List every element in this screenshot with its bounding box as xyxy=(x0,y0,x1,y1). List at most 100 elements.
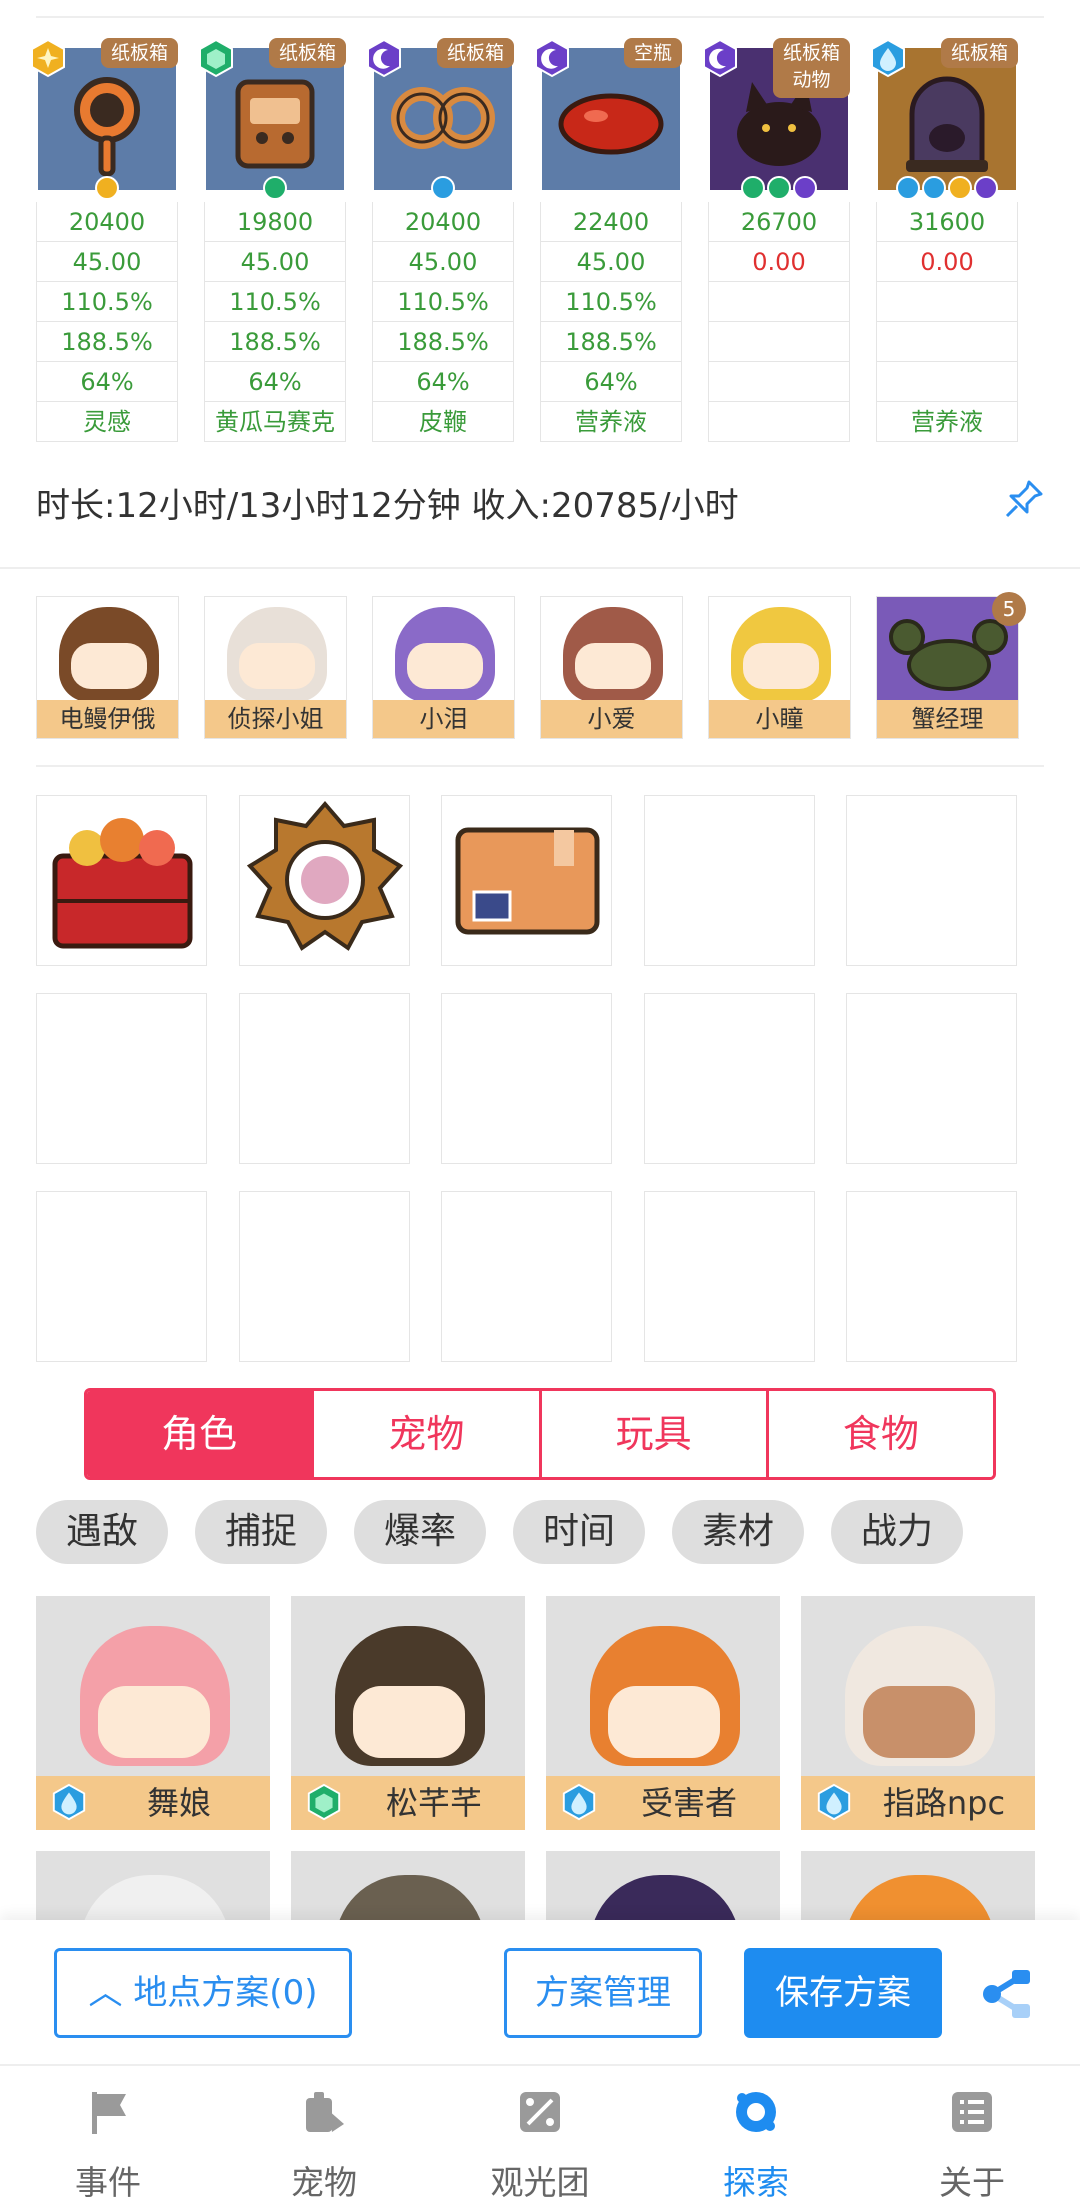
food-box-icon xyxy=(52,818,193,949)
location-column[interactable]: 纸板箱 20400 45.00 110.5% 188.5% 64% 皮鞭 xyxy=(367,38,514,448)
tab-food[interactable]: 食物 xyxy=(765,1391,993,1477)
gold-gem-icon xyxy=(31,38,65,78)
list-icon xyxy=(952,2092,992,2132)
location-plan-button[interactable]: ︿ 地点方案(0) xyxy=(54,1948,352,2038)
tab-pets[interactable]: 宠物 xyxy=(311,1391,539,1477)
nav-label: 探索 xyxy=(723,2163,789,2202)
share-icon[interactable] xyxy=(978,1966,1034,2022)
nav-tour-group[interactable]: 观光团 xyxy=(432,2066,648,2209)
character-card[interactable] xyxy=(546,1851,780,1920)
character-face xyxy=(98,1686,210,1758)
tab-characters[interactable]: 角色 xyxy=(87,1391,312,1477)
value-cell: 45.00 xyxy=(372,242,514,282)
item-slot[interactable] xyxy=(36,1191,207,1362)
filter-chip[interactable]: 时间 xyxy=(513,1500,645,1564)
purple-gem-icon xyxy=(974,176,998,200)
value-cell: 45.00 xyxy=(36,242,178,282)
save-plan-button[interactable]: 保存方案 xyxy=(744,1948,942,2038)
location-column[interactable]: 空瓶 22400 45.00 110.5% 188.5% 64% 营养液 xyxy=(535,38,682,448)
badge-icon xyxy=(246,800,404,951)
team-member[interactable]: 小泪 xyxy=(372,596,515,739)
value-cell: 64% xyxy=(36,362,178,402)
item-slot[interactable] xyxy=(846,795,1017,966)
value-cell: 188.5% xyxy=(36,322,178,362)
character-face xyxy=(71,643,147,689)
whip-icon xyxy=(391,87,495,149)
item-slot[interactable] xyxy=(441,1191,612,1362)
item-slot[interactable] xyxy=(36,795,207,966)
character-card[interactable] xyxy=(801,1851,1035,1920)
location-plan-label: 地点方案(0) xyxy=(133,1973,318,2013)
value-cell: 188.5% xyxy=(540,322,682,362)
team-member-name: 小爱 xyxy=(541,700,682,738)
value-cell xyxy=(876,362,1018,402)
value-cell: 188.5% xyxy=(372,322,514,362)
blue-gem-icon xyxy=(431,176,455,200)
value-cell: 110.5% xyxy=(540,282,682,322)
value-cell xyxy=(708,362,850,402)
item-slot[interactable] xyxy=(441,993,612,1164)
filter-chip[interactable]: 战力 xyxy=(831,1500,963,1564)
income-cell: 20400 xyxy=(372,202,514,242)
explore-icon xyxy=(736,2092,776,2132)
blue-gem-icon xyxy=(871,38,905,78)
nav-explore[interactable]: 探索 xyxy=(648,2066,864,2209)
character-card[interactable] xyxy=(36,1851,270,1920)
item-slot[interactable] xyxy=(441,795,612,966)
nav-about[interactable]: 关于 xyxy=(864,2066,1080,2209)
item-slot[interactable] xyxy=(239,795,410,966)
character-card[interactable]: 受害者 xyxy=(546,1596,780,1830)
item-slot[interactable] xyxy=(846,993,1017,1164)
location-tag: 纸板箱 xyxy=(436,38,514,68)
location-tag: 空瓶 xyxy=(623,38,682,68)
location-badges xyxy=(204,176,346,202)
character-card[interactable]: 舞娘 xyxy=(36,1596,270,1830)
blue-gem-icon xyxy=(562,1783,596,1821)
nav-label: 观光团 xyxy=(490,2163,590,2202)
item-slot[interactable] xyxy=(846,1191,1017,1362)
team-member[interactable]: 小瞳 xyxy=(708,596,851,739)
item-slot[interactable] xyxy=(644,1191,815,1362)
location-column[interactable]: 纸板箱 动物 26700 0.00 xyxy=(703,38,850,448)
filter-chip[interactable]: 遇敌 xyxy=(36,1500,168,1564)
team-member[interactable]: 电鳗伊俄 xyxy=(36,596,179,739)
team-member-name: 蟹经理 xyxy=(877,700,1018,738)
tab-toys[interactable]: 玩具 xyxy=(538,1391,766,1477)
location-badges xyxy=(876,176,1018,202)
bonus-cell: 营养液 xyxy=(876,402,1018,442)
blue-gem-icon xyxy=(52,1783,86,1821)
jar-icon xyxy=(906,76,988,172)
team-member[interactable]: 小爱 xyxy=(540,596,683,739)
item-slot[interactable] xyxy=(239,993,410,1164)
nav-events[interactable]: 事件 xyxy=(0,2066,216,2209)
character-card[interactable]: 指路npc xyxy=(801,1596,1035,1830)
location-column[interactable]: 纸板箱 19800 45.00 110.5% 188.5% 64% 黄瓜马赛克 xyxy=(199,38,346,448)
item-slot[interactable] xyxy=(644,993,815,1164)
character-card[interactable]: 松芊芊 xyxy=(291,1596,525,1830)
blue-gem-icon xyxy=(817,1783,851,1821)
item-slot[interactable] xyxy=(644,795,815,966)
nav-pets[interactable]: 宠物 xyxy=(216,2066,432,2209)
income-cell: 19800 xyxy=(204,202,346,242)
purple-gem-icon xyxy=(367,38,401,78)
character-portrait xyxy=(335,1875,485,1920)
location-column[interactable]: 纸板箱 31600 0.00 营养液 xyxy=(871,38,1018,448)
item-slot[interactable] xyxy=(239,1191,410,1362)
location-tag: 纸板箱 xyxy=(268,38,346,68)
location-badges xyxy=(372,176,514,202)
pin-icon[interactable] xyxy=(1003,478,1045,520)
filter-chip[interactable]: 素材 xyxy=(672,1500,804,1564)
value-cell: 188.5% xyxy=(204,322,346,362)
team-member[interactable]: 侦探小姐 xyxy=(204,596,347,739)
purple-gem-icon xyxy=(793,176,817,200)
location-column[interactable]: 纸板箱 20400 45.00 110.5% 188.5% 64% 灵感 xyxy=(31,38,178,448)
item-slot[interactable] xyxy=(36,993,207,1164)
bonus-cell: 黄瓜马赛克 xyxy=(204,402,346,442)
filter-chip[interactable]: 捕捉 xyxy=(195,1500,327,1564)
character-face xyxy=(407,643,483,689)
team-member-name: 侦探小姐 xyxy=(205,700,346,738)
income-cell: 20400 xyxy=(36,202,178,242)
filter-chip[interactable]: 爆率 xyxy=(354,1500,486,1564)
character-card[interactable] xyxy=(291,1851,525,1920)
plan-manage-button[interactable]: 方案管理 xyxy=(504,1948,702,2038)
